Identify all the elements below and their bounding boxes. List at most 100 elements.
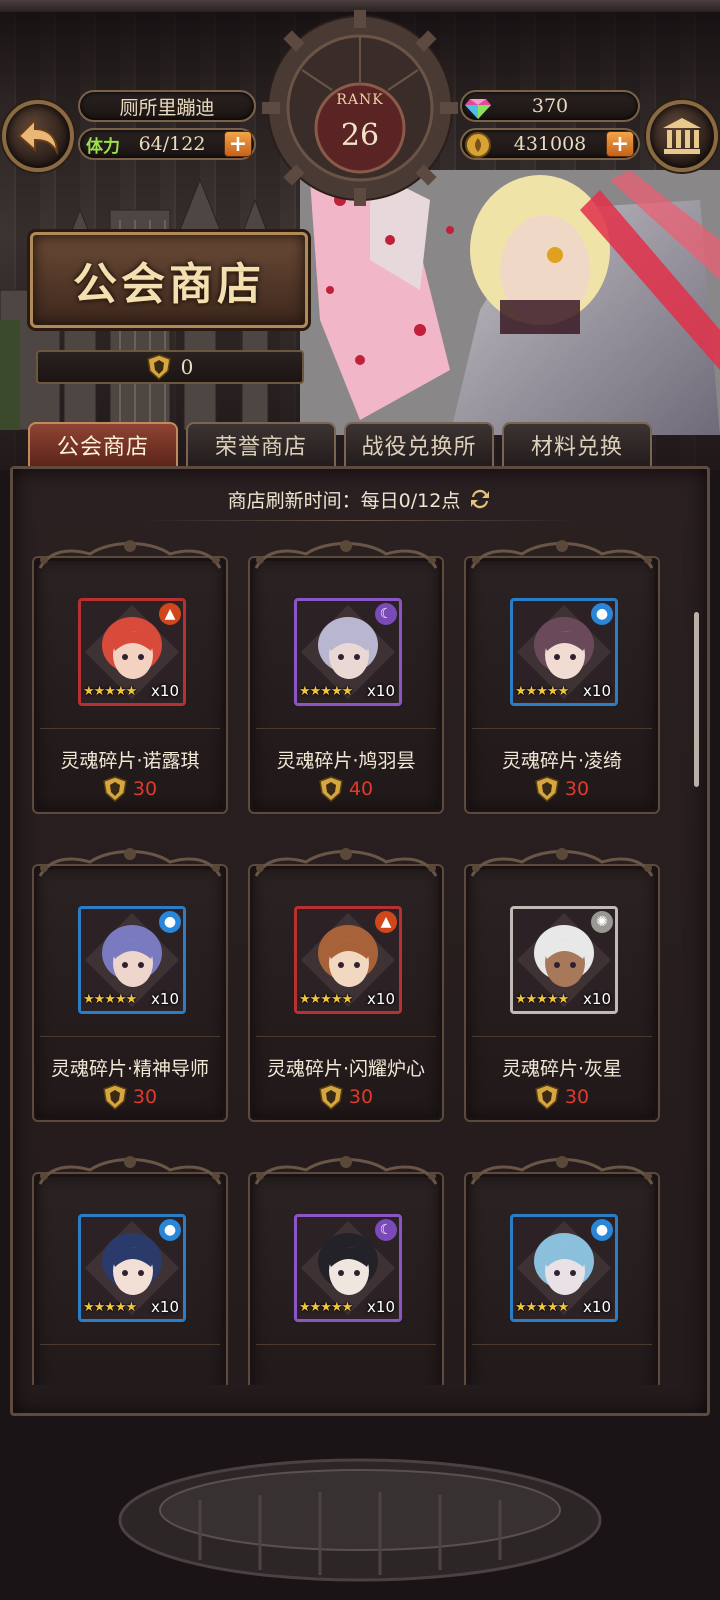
item-price-value: 30 [564, 778, 590, 800]
dark-element-icon: ☾ [375, 1219, 397, 1241]
guild-shield-icon [146, 354, 171, 380]
item-quantity: x10 [367, 682, 395, 700]
item-quantity: x10 [583, 990, 611, 1008]
tab-material-exchange[interactable]: 材料兑换 [502, 422, 652, 466]
character-portrait: ● ★★★★★ x10 [510, 1214, 618, 1322]
star-rating: ★★★★★ [515, 992, 569, 1007]
item-quantity: x10 [151, 990, 179, 1008]
item-name: 灵魂碎片·鸠羽昙 [276, 750, 416, 772]
character-portrait: ▲ ★★★★★ x10 [78, 598, 186, 706]
item-quantity: x10 [367, 990, 395, 1008]
item-name: 灵魂碎片·灰星 [501, 1058, 623, 1080]
character-portrait: ● ★★★★★ x10 [78, 906, 186, 1014]
fire-element-icon: ▲ [159, 603, 181, 625]
water-element-icon: ● [591, 603, 613, 625]
gold-value: 431008 [513, 133, 587, 155]
shop-title-banner: 公会商店 [30, 232, 308, 328]
shop-item-card[interactable]: ▲ ★★★★★ x10 灵魂碎片·闪耀炉心 30 [246, 838, 446, 1124]
star-rating: ★★★★★ [299, 684, 353, 699]
tab-label: 战役兑换所 [361, 435, 477, 460]
shop-item-card[interactable]: ✺ ★★★★★ x10 灵魂碎片·灰星 30 [462, 838, 662, 1124]
card-divider [256, 1344, 436, 1345]
card-ornament [470, 1156, 654, 1185]
tab-label: 荣誉商店 [214, 435, 307, 460]
shop-item-card[interactable]: ▲ ★★★★★ x10 灵魂碎片·诺露琪 30 [30, 530, 230, 816]
player-name-text: 厕所里蹦迪 [119, 96, 215, 119]
stamina-value: 64/122 [138, 133, 206, 155]
item-price: 30 [462, 1084, 662, 1110]
tab-label: 公会商店 [56, 435, 149, 460]
divider [140, 520, 580, 521]
card-divider [256, 728, 436, 729]
star-rating: ★★★★★ [83, 684, 137, 699]
item-price-value: 30 [132, 778, 158, 800]
back-button[interactable] [2, 100, 74, 172]
shop-item-card[interactable]: ● ★★★★★ x10 [462, 1146, 662, 1385]
character-portrait: ☾ ★★★★★ x10 [294, 1214, 402, 1322]
water-element-icon: ● [591, 1219, 613, 1241]
shop-title: 公会商店 [73, 259, 265, 310]
arena-background-art [118, 1458, 602, 1582]
card-ornament [38, 540, 222, 569]
scrollbar-thumb[interactable] [694, 612, 699, 787]
item-quantity: x10 [151, 682, 179, 700]
tab-guild-shop[interactable]: 公会商店 [28, 422, 178, 466]
item-price: 30 [246, 1084, 446, 1110]
card-ornament [38, 848, 222, 877]
shop-item-card[interactable]: ☾ ★★★★★ x10 [246, 1146, 446, 1385]
item-price-value: 30 [132, 1086, 158, 1108]
item-name: 灵魂碎片·精神导师 [50, 1058, 210, 1080]
character-portrait: ☾ ★★★★★ x10 [294, 598, 402, 706]
refresh-info: 商店刷新时间：每日0/12点 [0, 474, 720, 524]
item-name: 灵魂碎片·诺露琪 [60, 750, 200, 772]
shop-item-card[interactable]: ● ★★★★★ x10 [30, 1146, 230, 1385]
item-quantity: x10 [583, 682, 611, 700]
refresh-text: 商店刷新时间：每日0/12点 [227, 489, 461, 512]
item-name: 灵魂碎片·凌绮 [501, 750, 623, 772]
shop-item-card[interactable]: ● ★★★★★ x10 灵魂碎片·精神导师 30 [30, 838, 230, 1124]
item-price-value: 40 [348, 778, 374, 800]
character-portrait: ● ★★★★★ x10 [78, 1214, 186, 1322]
star-rating: ★★★★★ [299, 992, 353, 1007]
item-price: 30 [30, 776, 230, 802]
item-quantity: x10 [583, 1298, 611, 1316]
star-rating: ★★★★★ [515, 1300, 569, 1315]
shop-item-card[interactable]: ☾ ★★★★★ x10 灵魂碎片·鸠羽昙 40 [246, 530, 446, 816]
rank-value: 26 [340, 118, 380, 153]
player-name: 厕所里蹦迪 [78, 90, 256, 122]
stamina-bar: 体力 64/122 + [78, 128, 256, 160]
stamina-label: 体力 [86, 136, 120, 157]
card-ornament [254, 540, 438, 569]
card-ornament [254, 1156, 438, 1185]
guild-shield-icon [319, 1084, 343, 1110]
refresh-icon[interactable] [468, 487, 492, 511]
light-element-icon: ✺ [591, 911, 613, 933]
water-element-icon: ● [159, 911, 181, 933]
item-price: 30 [30, 1084, 230, 1110]
hero-character-art [300, 170, 720, 435]
item-price: 30 [462, 776, 662, 802]
tab-honor-shop[interactable]: 荣誉商店 [186, 422, 336, 466]
card-divider [256, 1036, 436, 1037]
shop-item-grid[interactable]: ▲ ★★★★★ x10 灵魂碎片·诺露琪 30 ☾ ★★★★★ x10 灵魂碎片… [12, 530, 708, 1385]
card-divider [472, 1344, 652, 1345]
star-rating: ★★★★★ [83, 992, 137, 1007]
gold-counter: 431008 + [460, 128, 640, 160]
card-divider [40, 1344, 220, 1345]
water-element-icon: ● [159, 1219, 181, 1241]
card-ornament [254, 848, 438, 877]
item-quantity: x10 [367, 1298, 395, 1316]
guild-token-value: 0 [180, 355, 194, 379]
guild-shield-icon [319, 776, 343, 802]
tab-campaign-exchange[interactable]: 战役兑换所 [344, 422, 494, 466]
archive-button[interactable] [646, 100, 718, 172]
museum-icon [663, 118, 701, 154]
item-price-value: 30 [564, 1086, 590, 1108]
guild-shield-icon [535, 776, 559, 802]
shop-item-card[interactable]: ● ★★★★★ x10 灵魂碎片·凌绮 30 [462, 530, 662, 816]
guild-shield-icon [535, 1084, 559, 1110]
card-ornament [470, 848, 654, 877]
fire-element-icon: ▲ [375, 911, 397, 933]
add-stamina-button[interactable]: + [224, 131, 252, 157]
add-gold-button[interactable]: + [606, 131, 634, 157]
